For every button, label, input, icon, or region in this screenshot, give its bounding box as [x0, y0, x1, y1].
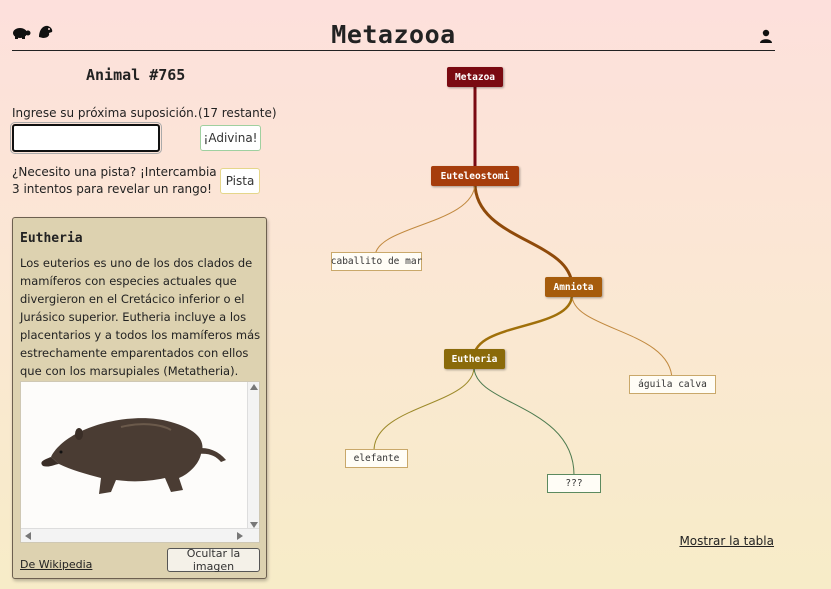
guess-prompt: Ingrese su próxima suposición.	[12, 106, 198, 120]
tree-node-elefante[interactable]: elefante	[345, 449, 408, 468]
wikipedia-link[interactable]: De Wikipedia	[20, 558, 92, 571]
animal-number: Animal #765	[86, 66, 186, 84]
info-card-description: Los euterios es uno de los dos clados de…	[20, 256, 261, 378]
show-table-link[interactable]: Mostrar la tabla	[679, 534, 774, 548]
image-vertical-scrollbar[interactable]	[247, 382, 259, 530]
tree-node-euteleostomi[interactable]: Euteleostomi	[431, 166, 519, 186]
remaining-count: (17 restante)	[198, 106, 277, 120]
animal-image-frame[interactable]	[20, 381, 260, 543]
guess-input[interactable]	[10, 122, 162, 154]
scroll-right-arrow-icon[interactable]	[237, 532, 243, 540]
app-header: Metazooa	[12, 18, 775, 51]
hint-text: ¿Necesito una pista? ¡Intercambia 3 inte…	[12, 165, 217, 196]
tree-node-caballito-de-mar[interactable]: caballito de mar	[331, 252, 422, 271]
image-horizontal-scrollbar[interactable]	[21, 528, 259, 542]
hide-image-button[interactable]: Ocultar la imagen	[167, 547, 260, 573]
info-card: Eutheria Los euterios es uno de los dos …	[12, 217, 267, 579]
tree-node-unknown[interactable]: ???	[547, 474, 601, 493]
hint-button[interactable]: Pista	[220, 168, 260, 194]
tree-node-amniota[interactable]: Amniota	[545, 277, 602, 297]
scroll-left-arrow-icon[interactable]	[25, 532, 31, 540]
info-card-title: Eutheria	[20, 231, 83, 246]
scroll-up-arrow-icon[interactable]	[250, 384, 258, 390]
tree-node-metazoa[interactable]: Metazoa	[447, 67, 503, 87]
animal-image	[21, 382, 249, 530]
user-icon[interactable]	[759, 28, 773, 47]
tree-node-eutheria[interactable]: Eutheria	[444, 349, 505, 369]
guess-button[interactable]: ¡Adivina!	[200, 125, 261, 151]
tree-node-aguila-calva[interactable]: águila calva	[629, 375, 716, 394]
app-title: Metazooa	[331, 20, 456, 49]
